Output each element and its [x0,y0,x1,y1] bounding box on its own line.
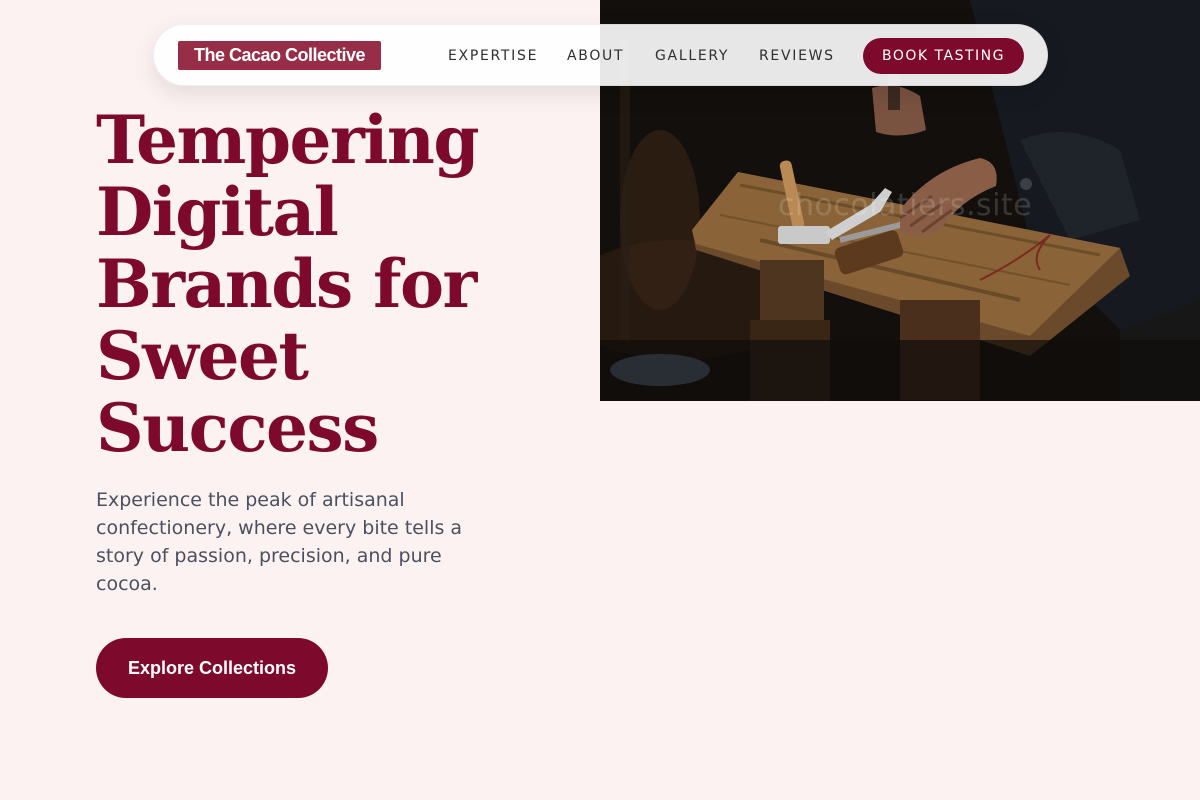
headline-line: Success [96,389,379,467]
hero-headline: Tempering Digital Brands for Sweet Succe… [96,104,576,464]
nav-link-about[interactable]: ABOUT [567,46,624,66]
navbar: The Cacao Collective EXPERTISE ABOUT GAL… [153,24,1048,86]
book-tasting-button[interactable]: BOOK TASTING [863,38,1024,74]
nav-link-gallery[interactable]: GALLERY [655,46,729,66]
landing-page: chocolatiers.site The Cacao Collective E… [0,0,1200,800]
hero-subtext: Experience the peak of artisanal confect… [96,489,463,595]
explore-collections-button[interactable]: Explore Collections [96,638,328,698]
headline-line: Sweet [96,317,309,395]
headline-line: Digital [96,173,339,251]
nav-link-expertise[interactable]: EXPERTISE [448,46,538,66]
brand-logo[interactable]: The Cacao Collective [178,41,382,70]
headline-line: Brands for [96,245,477,323]
nav-link-reviews[interactable]: REVIEWS [759,46,835,66]
headline-line: Tempering [96,101,479,179]
image-watermark: chocolatiers.site [778,188,1033,223]
